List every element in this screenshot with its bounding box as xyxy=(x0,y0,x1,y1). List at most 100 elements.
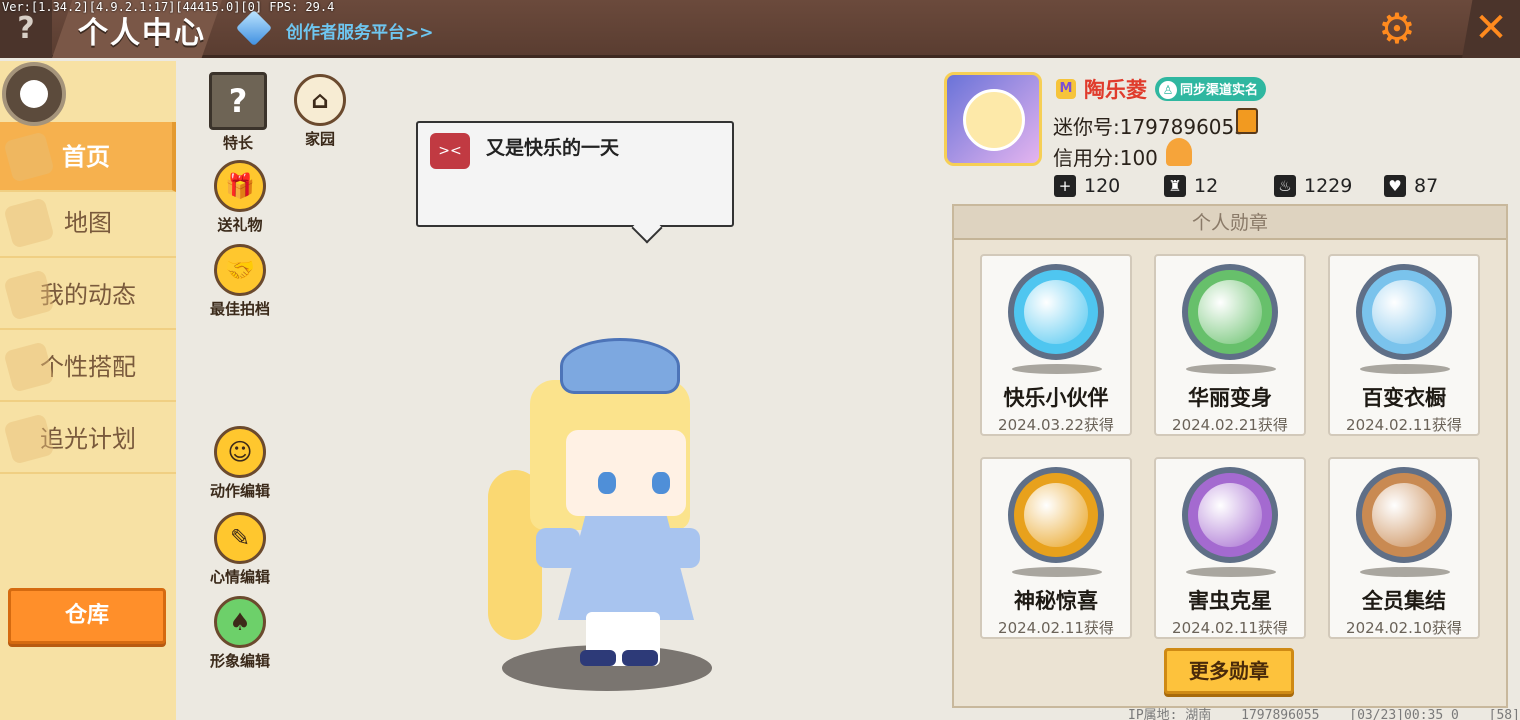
footer-status: IP属地: 湖南 1797896055 [03/23]00:35 0 [58]1… xyxy=(1128,704,1520,720)
sidebar-item-home[interactable]: 首页 xyxy=(0,122,176,192)
bell-deco-icon xyxy=(3,269,55,321)
medal-name: 快乐小伙伴 xyxy=(1003,386,1109,410)
close-button[interactable]: ✕ xyxy=(1462,0,1520,58)
medal-core xyxy=(1372,280,1436,344)
medal-name: 华丽变身 xyxy=(1188,386,1272,410)
action-edit-button[interactable]: ☺ 动作编辑 xyxy=(200,426,280,501)
copy-icon[interactable] xyxy=(1236,108,1258,134)
home-deco-icon xyxy=(3,131,55,183)
medal-icon xyxy=(1008,264,1104,360)
ip-location: IP属地: 湖南 xyxy=(1128,708,1212,720)
medal-plinth xyxy=(1186,567,1276,577)
heart-icon: ♥ xyxy=(1384,175,1406,197)
sidebar-item-label: 首页 xyxy=(62,143,110,171)
medal-card[interactable]: 神秘惊喜 2024.02.11获得 xyxy=(980,457,1132,639)
pose-icon: ☺ xyxy=(214,426,266,478)
gift-icon: 🎁 xyxy=(214,160,266,212)
medal-date: 2024.03.22获得 xyxy=(998,416,1114,434)
stat-flame: ♨ 1229 xyxy=(1274,175,1384,197)
medal-icon xyxy=(1008,467,1104,563)
footer-time: [03/23]00:35 0 xyxy=(1349,708,1459,720)
mood-edit-label: 心情编辑 xyxy=(209,568,270,586)
credit-info-icon[interactable] xyxy=(1166,138,1192,166)
medal-date: 2024.02.11获得 xyxy=(1346,416,1462,434)
medal-card[interactable]: 害虫克星 2024.02.11获得 xyxy=(1154,457,1306,639)
medal-card[interactable]: 华丽变身 2024.02.21获得 xyxy=(1154,254,1306,436)
medal-icon xyxy=(1356,467,1452,563)
user-icon: ♙ xyxy=(1159,81,1177,99)
medal-plinth xyxy=(1360,567,1450,577)
mood-edit-button[interactable]: ✎ 心情编辑 xyxy=(200,512,280,587)
character-face xyxy=(566,430,686,516)
avatar-portrait xyxy=(963,89,1025,151)
stat-heart: ♥ 87 xyxy=(1384,175,1494,197)
outfit-deco-icon xyxy=(3,341,55,393)
mood-bubble[interactable]: >< 又是快乐的一天 xyxy=(416,121,734,227)
medal-date: 2024.02.11获得 xyxy=(998,619,1114,637)
map-deco-icon xyxy=(3,197,55,249)
sidebar-item-map[interactable]: 地图 xyxy=(0,188,176,258)
stat-value: 120 xyxy=(1084,175,1121,197)
top-bar: ? 个人中心 Ver:[1.34.2][4.9.2.1:17][44415.0]… xyxy=(0,0,1520,58)
cube-icon[interactable] xyxy=(235,9,273,47)
footer-uid: 1797896055 xyxy=(1241,708,1320,720)
plus-icon: + xyxy=(1054,175,1076,197)
avatar-toggle[interactable] xyxy=(2,62,66,126)
medal-core xyxy=(1198,483,1262,547)
partner-label: 最佳拍档 xyxy=(209,300,270,318)
medal-header: 个人勋章 xyxy=(954,206,1506,240)
trophy-icon: ♜ xyxy=(1164,175,1186,197)
vip-icon: M xyxy=(1056,79,1076,99)
medal-name: 神秘惊喜 xyxy=(1014,589,1098,613)
debug-version: Ver:[1.34.2][4.9.2.1:17][44415.0][0] FPS… xyxy=(2,0,335,14)
page-title: 个人中心 xyxy=(78,16,206,51)
player-name: 陶乐菱 xyxy=(1084,78,1147,102)
action-edit-label: 动作编辑 xyxy=(209,482,270,500)
character-shoe-left xyxy=(580,650,616,666)
send-gift-button[interactable]: 🎁 送礼物 xyxy=(200,160,280,235)
house-icon: ⌂ xyxy=(294,74,346,126)
stat-value: 87 xyxy=(1414,175,1439,197)
mini-id: 迷你号:1797896055 xyxy=(1053,115,1247,139)
look-edit-label: 形象编辑 xyxy=(209,652,270,670)
name-row: M 陶乐菱 ♙ 同步渠道实名 xyxy=(1056,74,1267,104)
creator-platform-link[interactable]: 创作者服务平台>> xyxy=(286,18,434,43)
warehouse-button[interactable]: 仓库 xyxy=(8,588,166,644)
stat-trophy: ♜ 12 xyxy=(1164,175,1274,197)
character-eye-left xyxy=(598,472,616,494)
medal-core xyxy=(1198,280,1262,344)
question-icon: ? xyxy=(209,72,267,130)
medal-plinth xyxy=(1012,364,1102,374)
medal-name: 全员集结 xyxy=(1362,589,1446,613)
sidebar-item-label: 个性搭配 xyxy=(40,353,136,381)
best-partner-button[interactable]: 🤝 最佳拍档 xyxy=(200,244,280,319)
medal-name: 百变衣橱 xyxy=(1362,386,1446,410)
home-button[interactable]: ⌂ 家园 xyxy=(280,74,360,149)
medal-card[interactable]: 快乐小伙伴 2024.03.22获得 xyxy=(980,254,1132,436)
pencil-icon: ✎ xyxy=(214,512,266,564)
profile-avatar[interactable] xyxy=(944,72,1042,166)
medal-plinth xyxy=(1186,364,1276,374)
sidebar-item-my-feed[interactable]: 我的动态 xyxy=(0,260,176,330)
sidebar-item-outfit[interactable]: 个性搭配 xyxy=(0,332,176,402)
medal-name: 害虫克星 xyxy=(1188,589,1272,613)
medal-card[interactable]: 百变衣橱 2024.02.11获得 xyxy=(1328,254,1480,436)
medal-core xyxy=(1372,483,1436,547)
stats-row: +120 ♜ 12 ♨ 1229 ♥ 87 xyxy=(1054,175,1494,197)
gift-label: 送礼物 xyxy=(217,216,263,234)
handshake-icon: 🤝 xyxy=(214,244,266,296)
sidebar-item-light-plan[interactable]: 追光计划 xyxy=(0,404,176,474)
gear-icon[interactable]: ⚙ xyxy=(1376,8,1418,50)
talent-label: 特长 xyxy=(222,134,253,152)
sync-realname-badge[interactable]: ♙ 同步渠道实名 xyxy=(1155,77,1267,101)
more-medals-button[interactable]: 更多勋章 xyxy=(1164,648,1294,694)
medal-core xyxy=(1024,280,1088,344)
character-hat xyxy=(560,338,680,394)
medal-date: 2024.02.11获得 xyxy=(1172,619,1288,637)
look-edit-button[interactable]: ♠ 形象编辑 xyxy=(200,596,280,671)
talent-button[interactable]: ? 特长 xyxy=(198,72,278,153)
character-eye-right xyxy=(652,472,670,494)
medal-core xyxy=(1024,483,1088,547)
light-deco-icon xyxy=(3,413,55,465)
medal-card[interactable]: 全员集结 2024.02.10获得 xyxy=(1328,457,1480,639)
